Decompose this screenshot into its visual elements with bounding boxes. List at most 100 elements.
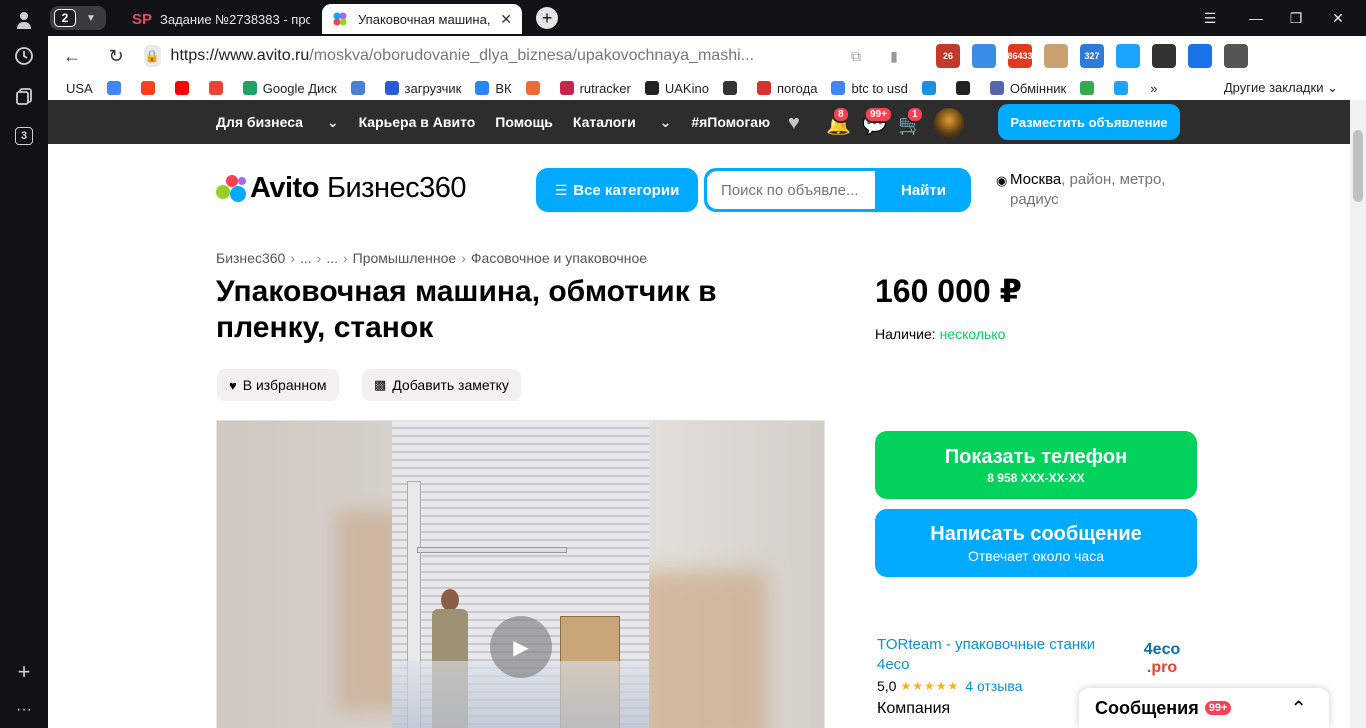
translate-ext-icon[interactable] [1224, 44, 1248, 68]
bookmark-item[interactable]: USA [66, 81, 93, 96]
bookmark-item[interactable] [350, 81, 371, 95]
favorites-heart-icon[interactable]: ♥ [788, 112, 800, 135]
nav-i-help[interactable]: #яПомогаю [691, 114, 770, 130]
search-input[interactable] [707, 171, 875, 209]
calendar-ext-icon[interactable]: 327 [1080, 44, 1104, 68]
reload-icon[interactable]: ↻ [104, 44, 128, 68]
bookmark-item[interactable] [955, 81, 976, 95]
favorite-button[interactable]: ♥ В избранном [217, 369, 339, 401]
show-phone-button[interactable]: Показать телефон 8 958 XXX-XX-XX [875, 431, 1197, 499]
new-tab-button[interactable]: + [536, 7, 558, 29]
search-box: Найти [704, 168, 971, 212]
download-ext-icon[interactable] [1188, 44, 1212, 68]
location-city: Москва [1010, 171, 1062, 188]
response-time: Отвечает около часа [967, 547, 1105, 564]
diamond-ext-icon[interactable] [1116, 44, 1140, 68]
url-field[interactable]: 🔒 https://www.avito.ru /moskva/oborudova… [144, 41, 754, 71]
search-button[interactable]: Найти [876, 168, 971, 212]
page-copy-icon[interactable]: ⧉ [844, 44, 868, 68]
minimize-icon[interactable]: — [1234, 6, 1278, 30]
scrollbar-thumb[interactable] [1353, 130, 1363, 202]
back-icon[interactable]: ← [60, 44, 84, 68]
write-message-button[interactable]: Написать сообщение Отвечает около часа [875, 509, 1197, 577]
bookmarks-overflow-icon[interactable]: » [1150, 81, 1157, 96]
photo-frame [392, 421, 649, 728]
nav-catalogs[interactable]: Каталоги ⌄ [573, 114, 671, 131]
breadcrumb-item[interactable]: ... [326, 250, 338, 266]
phone-masked: 8 958 XXX-XX-XX [987, 470, 1085, 485]
box-ext-icon[interactable] [1044, 44, 1068, 68]
menu-icon[interactable]: ☰ [1188, 6, 1232, 30]
bookmark-item[interactable] [174, 81, 195, 95]
bookmark-item[interactable] [106, 81, 127, 95]
location-selector[interactable]: ◉ Москва, район, метро, радиус [996, 170, 1186, 210]
tab-avito[interactable]: Упаковочная машина, обмотчик ✕ [322, 4, 522, 34]
user-avatar[interactable] [934, 108, 964, 138]
avito-topbar: Для бизнеса ⌄ Карьера в Авито Помощь Кат… [48, 100, 1350, 144]
bookmark-item[interactable] [1080, 81, 1100, 95]
nav-label: Для бизнеса [216, 113, 303, 130]
bookmark-item[interactable]: rutracker [559, 81, 631, 96]
nav-career[interactable]: Карьера в Авито [359, 114, 476, 130]
nav-business[interactable]: Для бизнеса ⌄ [216, 114, 339, 131]
bookmark-icon[interactable]: ▮ [882, 44, 906, 68]
close-window-icon[interactable]: ✕ [1316, 6, 1360, 30]
history-icon[interactable] [12, 44, 36, 68]
collections-icon[interactable] [12, 84, 36, 108]
profile-icon[interactable] [12, 8, 36, 32]
counter-ext-icon[interactable]: 86433 [1007, 44, 1033, 68]
breadcrumb-item[interactable]: ... [300, 250, 312, 266]
messages-widget[interactable]: Сообщения 99+ ⌃ [1079, 688, 1329, 728]
page-scrollbar[interactable] [1350, 100, 1366, 728]
bookmark-item[interactable]: btc to usd [831, 80, 908, 96]
post-ad-button[interactable]: Разместить объявление [998, 104, 1180, 140]
bookmark-item[interactable]: UAKino [644, 81, 709, 96]
other-bookmarks[interactable]: Другие закладки ⌄ [1224, 80, 1338, 96]
listing-photo[interactable]: ▶ [216, 420, 825, 728]
add-note-button[interactable]: ▩ Добавить заметку [362, 369, 521, 401]
mail-ext-icon[interactable]: 26 [936, 44, 960, 68]
bookmark-item[interactable] [1114, 81, 1134, 95]
bookmark-item[interactable] [921, 81, 942, 95]
breadcrumb-item[interactable]: Промышленное [353, 250, 457, 266]
note-icon: ▩ [374, 377, 387, 392]
more-icon[interactable]: ··· [12, 698, 36, 722]
bookmark-item[interactable] [140, 81, 161, 95]
add-panel-icon[interactable]: + [12, 659, 36, 684]
seller-logo[interactable]: 4eco .pro [1138, 635, 1186, 683]
tabs-counter-icon[interactable]: 3 [12, 124, 36, 148]
bookmark-item[interactable]: ВК [475, 81, 512, 96]
worker-head [441, 589, 459, 611]
url-path: /moskva/oborudovanie_dlya_biznesa/upakov… [309, 47, 754, 64]
breadcrumb: Бизнес360 ›... ›... › Промышленное › Фасовочно… [216, 250, 647, 266]
play-video-icon[interactable]: ▶ [490, 616, 552, 678]
other-bookmarks-label: Другие закладки [1223, 80, 1324, 95]
tab-group-button[interactable]: 2 ▼ [50, 6, 106, 30]
nav-help[interactable]: Помощь [495, 114, 553, 130]
bookmark-label: btc to usd [851, 80, 908, 96]
bookmark-item[interactable]: Обмінник [989, 81, 1066, 96]
clock-icon [15, 47, 33, 65]
avito-business360-logo[interactable]: Avito Бизнес360 [216, 172, 467, 205]
breadcrumb-item[interactable]: Бизнес360 [216, 250, 285, 266]
bookmark-item[interactable]: загрузчик [384, 81, 461, 96]
all-categories-button[interactable]: ☰ Все категории [536, 168, 698, 212]
reviews-link[interactable]: 4 отзыва [965, 678, 1022, 694]
globe-ext-icon[interactable] [972, 44, 996, 68]
bookmark-item[interactable] [722, 81, 743, 95]
seller-name-link[interactable]: TORteam - упаковочные станки 4eco [877, 635, 1117, 675]
close-icon[interactable]: ✕ [500, 11, 512, 28]
bookmark-item[interactable] [208, 81, 229, 95]
tab-task[interactable]: SP Задание №2738383 - проє [124, 4, 320, 34]
restore-icon[interactable]: ❐ [1274, 6, 1318, 30]
bookmark-ext-icon[interactable] [1152, 44, 1176, 68]
chevron-up-icon[interactable]: ⌃ [1290, 696, 1307, 721]
bookmark-item[interactable]: Google Диск [242, 81, 337, 96]
breadcrumb-separator: › [316, 250, 322, 266]
seller-logo-top: 4eco [1143, 641, 1181, 658]
bookmark-item[interactable]: погода [756, 81, 817, 96]
breadcrumb-item[interactable]: Фасовочное и упаковочное [471, 250, 647, 266]
seller-type: Компания [877, 700, 951, 717]
avito-favicon-icon [332, 11, 348, 27]
bookmark-item[interactable] [525, 81, 546, 95]
